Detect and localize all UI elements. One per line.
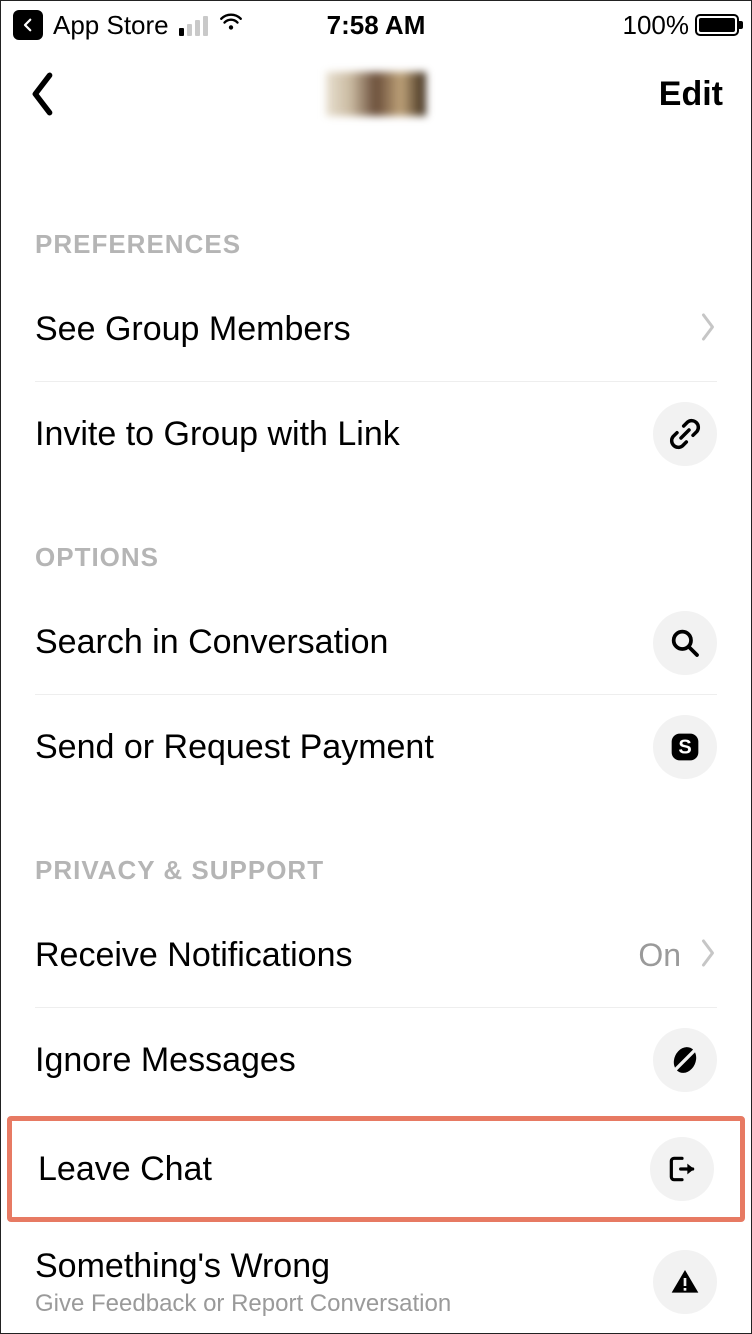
app-return-label[interactable]: App Store xyxy=(53,10,169,41)
chevron-right-icon xyxy=(699,938,717,973)
status-time: 7:58 AM xyxy=(327,10,426,41)
row-value: On xyxy=(638,937,681,974)
row-label: Send or Request Payment xyxy=(35,728,641,767)
row-ignore-messages[interactable]: Ignore Messages xyxy=(35,1008,717,1112)
section-header-options: OPTIONS xyxy=(35,486,717,591)
status-bar: App Store 7:58 AM 100% xyxy=(1,1,751,49)
ignore-icon xyxy=(653,1028,717,1092)
row-label: Ignore Messages xyxy=(35,1041,641,1080)
row-receive-notifications[interactable]: Receive Notifications On xyxy=(35,904,717,1008)
highlight-leave-chat: Leave Chat xyxy=(7,1116,745,1222)
row-label: See Group Members xyxy=(35,310,687,349)
battery-percentage: 100% xyxy=(623,10,690,41)
row-sublabel: Give Feedback or Report Conversation xyxy=(35,1290,641,1318)
row-label: Invite to Group with Link xyxy=(35,415,641,454)
cellular-signal-icon xyxy=(179,14,208,36)
edit-button[interactable]: Edit xyxy=(659,75,723,114)
battery-icon xyxy=(695,14,739,36)
row-search-conversation[interactable]: Search in Conversation xyxy=(35,591,717,695)
row-label: Something's Wrong xyxy=(35,1247,641,1286)
link-icon xyxy=(653,402,717,466)
section-header-privacy: PRIVACY & SUPPORT xyxy=(1,799,751,904)
section-header-preferences: PREFERENCES xyxy=(35,139,717,278)
app-return-icon[interactable] xyxy=(13,10,43,40)
row-leave-chat[interactable]: Leave Chat xyxy=(38,1121,714,1217)
svg-text:S: S xyxy=(678,737,691,759)
back-button[interactable] xyxy=(29,69,69,119)
payment-icon: S xyxy=(653,715,717,779)
group-avatar xyxy=(326,72,426,116)
row-invite-link[interactable]: Invite to Group with Link xyxy=(35,382,717,486)
warning-icon xyxy=(653,1250,717,1314)
chevron-right-icon xyxy=(699,312,717,347)
row-send-request-payment[interactable]: Send or Request Payment S xyxy=(35,695,717,799)
row-label: Leave Chat xyxy=(38,1150,638,1189)
search-icon xyxy=(653,611,717,675)
row-label: Receive Notifications xyxy=(35,936,626,975)
row-see-group-members[interactable]: See Group Members xyxy=(35,278,717,382)
nav-header: Edit xyxy=(1,49,751,139)
leave-icon xyxy=(650,1137,714,1201)
row-label: Search in Conversation xyxy=(35,623,641,662)
wifi-icon xyxy=(218,9,244,42)
row-somethings-wrong[interactable]: Something's Wrong Give Feedback or Repor… xyxy=(35,1230,717,1334)
